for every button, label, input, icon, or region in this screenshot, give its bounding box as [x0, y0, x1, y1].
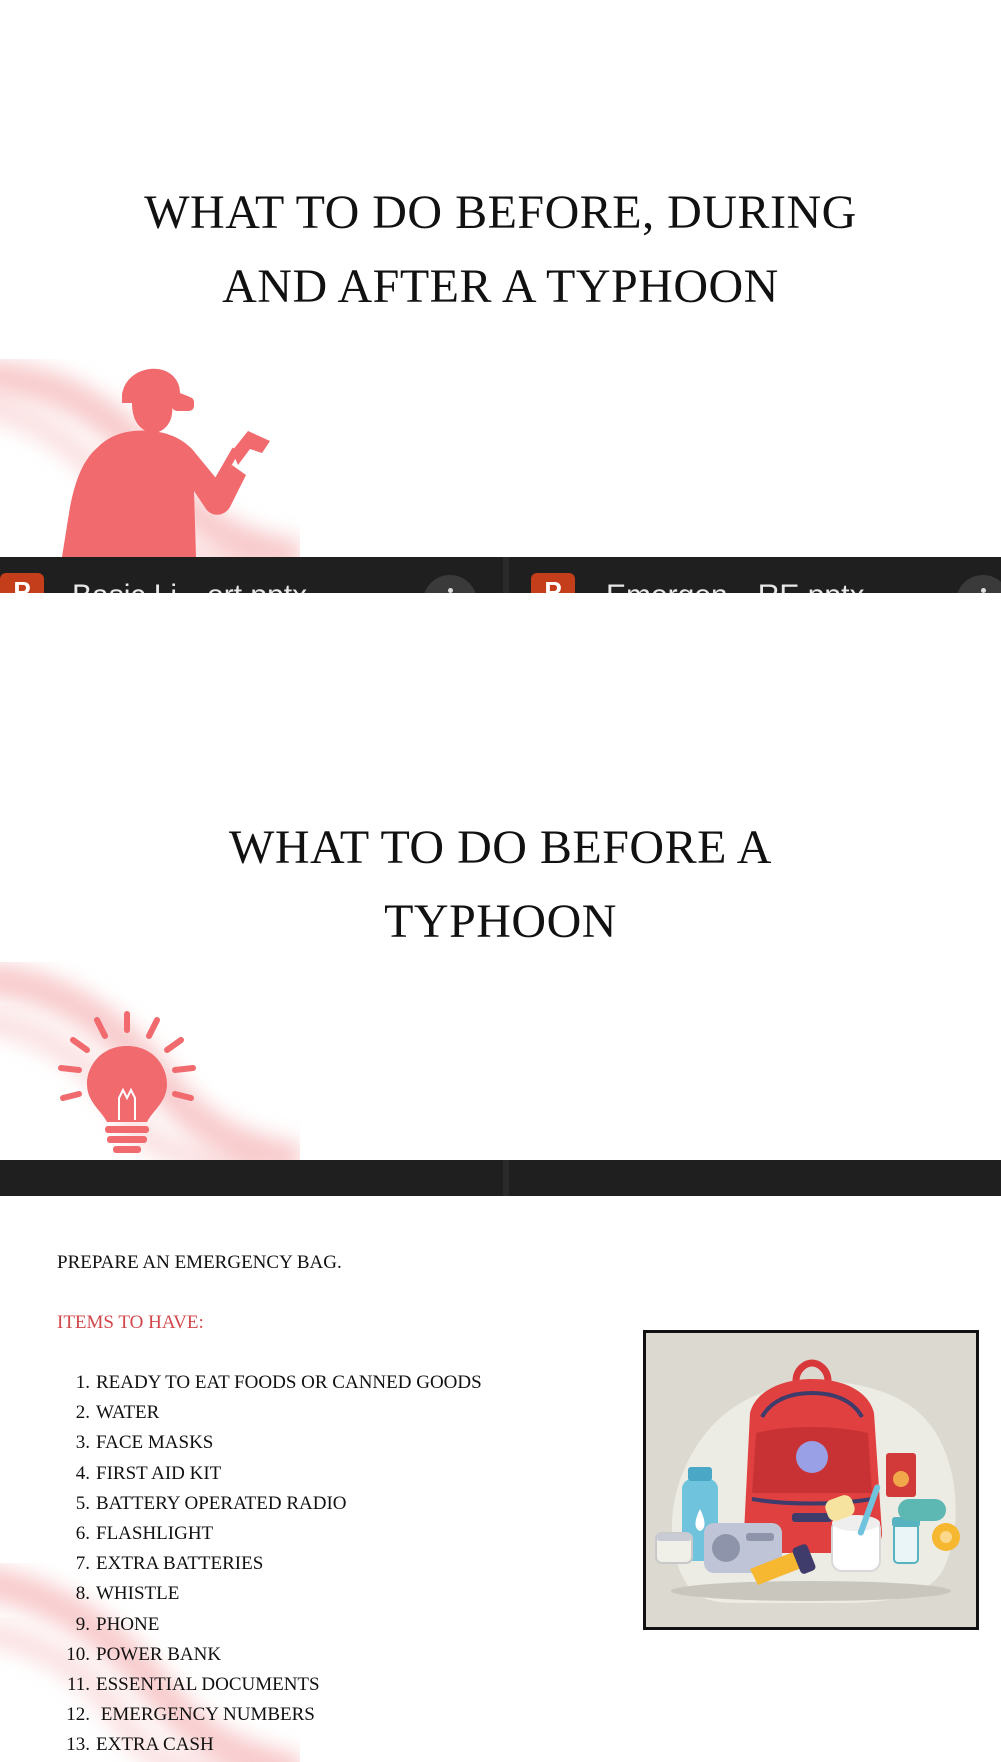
file-name: Emergen…RE.pptx — [606, 579, 864, 593]
firefighter-icon — [62, 368, 270, 557]
more-options-icon[interactable] — [423, 575, 477, 593]
item-text: FIRST AID KIT — [96, 1462, 222, 1484]
items-heading: ITEMS TO HAVE: — [57, 1312, 204, 1333]
item-text: FACE MASKS — [96, 1432, 214, 1454]
item-number: 2. — [75, 1402, 90, 1424]
list-item: 10. POWER BANK — [50, 1640, 482, 1670]
item-number: 1. — [75, 1372, 90, 1393]
item-number: 13. — [66, 1734, 90, 1756]
list-item: 7. EXTRA BATTERIES — [50, 1549, 482, 1579]
item-number: 5. — [75, 1492, 90, 1514]
title-line-1: WHAT TO DO BEFORE A — [229, 821, 772, 874]
slide-title: WHAT TO DO BEFORE A TYPHOON — [0, 811, 1001, 959]
slide-title: WHAT TO DO BEFORE, DURING AND AFTER A TY… — [0, 176, 1001, 324]
file-tile[interactable]: P Emergen…RE.pptx — [531, 567, 1001, 593]
powerpoint-icon: P — [531, 573, 575, 593]
list-item: 8. WHISTLE — [50, 1579, 482, 1609]
tile-divider — [503, 1160, 509, 1196]
emergency-items-list: 1. READY TO EAT FOODS OR CANNED GOODS 2. W… — [50, 1368, 482, 1760]
file-name: Basic Li…ort.pptx — [72, 579, 307, 593]
lightbulb-icon — [58, 1011, 196, 1153]
item-number: 10. — [66, 1643, 90, 1665]
list-item: 2. WATER — [50, 1398, 482, 1428]
tile-divider — [503, 557, 509, 593]
file-tile[interactable]: P Basic Li…ort.pptx — [0, 567, 480, 593]
list-item: 13. EXTRA CASH — [50, 1730, 482, 1760]
more-options-icon[interactable] — [956, 575, 1001, 593]
item-text: EXTRA CASH — [96, 1734, 214, 1756]
item-number: 11. — [66, 1673, 90, 1695]
slide-before-typhoon: WHAT TO DO BEFORE A TYPHOON — [0, 593, 1001, 1160]
item-number: 6. — [75, 1522, 90, 1544]
item-text: WHISTLE — [96, 1583, 180, 1605]
emergency-bag-illustration — [643, 1330, 979, 1630]
item-number: 4. — [75, 1462, 90, 1484]
item-number: 8. — [75, 1583, 90, 1605]
slide-title-typhoon: WHAT TO DO BEFORE, DURING AND AFTER A TY… — [0, 0, 1001, 557]
item-text: EXTRA BATTERIES — [96, 1553, 264, 1575]
list-item: 6. FLASHLIGHT — [50, 1519, 482, 1549]
item-number: 7. — [75, 1553, 90, 1575]
item-text: BATTERY OPERATED RADIO — [96, 1492, 347, 1514]
file-strip: P Basic Li…ort.pptx P Emergen…RE.pptx — [0, 557, 1001, 593]
title-line-2: AND AFTER A TYPHOON — [222, 260, 779, 313]
list-item: 1. READY TO EAT FOODS OR CANNED GOODS — [50, 1368, 482, 1398]
file-strip — [0, 1160, 1001, 1196]
item-text: FLASHLIGHT — [96, 1522, 214, 1544]
intro-text: PREPARE AN EMERGENCY BAG. — [57, 1252, 342, 1273]
title-line-1: WHAT TO DO BEFORE, DURING — [144, 186, 857, 239]
slide-emergency-bag: PREPARE AN EMERGENCY BAG. ITEMS TO HAVE:… — [0, 1196, 1001, 1762]
item-number: 9. — [75, 1613, 90, 1635]
list-item: 11. ESSENTIAL DOCUMENTS — [50, 1670, 482, 1700]
item-number: 12. — [66, 1704, 90, 1726]
item-text: ESSENTIAL DOCUMENTS — [96, 1673, 320, 1695]
item-text: EMERGENCY NUMBERS — [96, 1704, 315, 1726]
item-text: POWER BANK — [96, 1643, 222, 1665]
list-item: 3. FACE MASKS — [50, 1428, 482, 1458]
item-text: READY TO EAT FOODS OR CANNED GOODS — [96, 1372, 482, 1393]
powerpoint-icon: P — [0, 573, 44, 593]
list-item: 9. PHONE — [50, 1610, 482, 1640]
item-text: PHONE — [96, 1613, 160, 1635]
title-line-2: TYPHOON — [384, 895, 617, 948]
item-number: 3. — [75, 1432, 90, 1454]
list-item: 5. BATTERY OPERATED RADIO — [50, 1489, 482, 1519]
list-item: 12. EMERGENCY NUMBERS — [50, 1700, 482, 1730]
list-item: 4. FIRST AID KIT — [50, 1459, 482, 1489]
item-text: WATER — [96, 1402, 160, 1424]
